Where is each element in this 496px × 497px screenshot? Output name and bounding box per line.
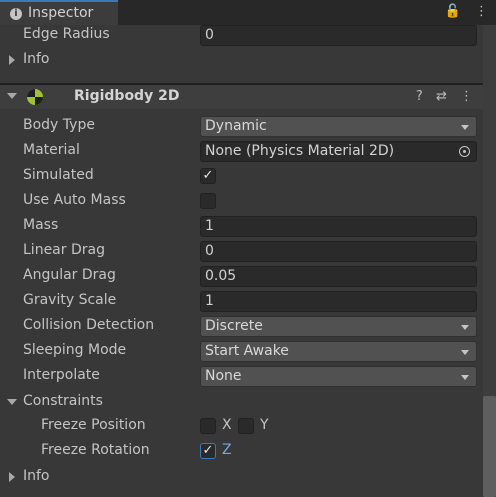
constraints-label: Constraints bbox=[23, 393, 103, 409]
foldout-open-icon[interactable] bbox=[7, 399, 17, 405]
collider-info-label: Info bbox=[23, 51, 50, 67]
dropdown-arrow-icon bbox=[461, 375, 469, 380]
foldout-arrow-icon[interactable] bbox=[9, 472, 15, 482]
interpolate-dropdown[interactable]: None bbox=[200, 366, 477, 387]
mass-row: Mass 1 bbox=[0, 214, 483, 239]
simulated-checkbox[interactable]: ✓ bbox=[200, 168, 216, 184]
freeze-position-label: Freeze Position bbox=[41, 417, 146, 433]
sleeping-mode-value: Start Awake bbox=[205, 343, 289, 359]
foldout-arrow-icon[interactable] bbox=[9, 55, 15, 65]
linear-drag-row: Linear Drag 0 bbox=[0, 239, 483, 264]
gravity-scale-row: Gravity Scale 1 bbox=[0, 289, 483, 314]
dropdown-arrow-icon bbox=[461, 325, 469, 330]
collision-detection-row: Collision Detection Discrete bbox=[0, 314, 483, 339]
presets-icon[interactable]: ⇄ bbox=[436, 89, 447, 104]
rigidbody-2d-header[interactable]: Rigidbody 2D ? ⇄ ⋮ bbox=[0, 84, 483, 109]
help-icon[interactable]: ? bbox=[416, 89, 423, 104]
freeze-position-row: Freeze Position X Y bbox=[0, 414, 483, 439]
mass-label: Mass bbox=[23, 217, 59, 233]
rigidbody-info-label: Info bbox=[23, 468, 50, 484]
tab-bar: i Inspector 🔓 ⋮ bbox=[0, 0, 496, 25]
dropdown-arrow-icon bbox=[461, 125, 469, 130]
interpolate-row: Interpolate None bbox=[0, 364, 483, 389]
freeze-rotation-label: Freeze Rotation bbox=[41, 442, 150, 458]
info-icon: i bbox=[10, 8, 22, 20]
edge-radius-label: Edge Radius bbox=[23, 26, 110, 42]
material-row: Material None (Physics Material 2D) bbox=[0, 139, 483, 164]
freeze-rotation-row: Freeze Rotation ✓ Z bbox=[0, 439, 483, 464]
linear-drag-field[interactable]: 0 bbox=[200, 241, 477, 262]
object-picker-icon[interactable] bbox=[459, 146, 470, 157]
body-type-value: Dynamic bbox=[205, 118, 267, 134]
linear-drag-label: Linear Drag bbox=[23, 242, 105, 258]
collision-detection-label: Collision Detection bbox=[23, 317, 155, 333]
material-label: Material bbox=[23, 142, 80, 158]
foldout-open-icon[interactable] bbox=[7, 93, 17, 99]
material-value: None (Physics Material 2D) bbox=[205, 143, 395, 159]
body-type-dropdown[interactable]: Dynamic bbox=[200, 116, 477, 137]
freeze-rotation-z-checkbox[interactable]: ✓ bbox=[200, 443, 216, 459]
lock-icon[interactable]: 🔓 bbox=[445, 4, 461, 19]
sleeping-mode-label: Sleeping Mode bbox=[23, 342, 127, 358]
use-auto-mass-row: Use Auto Mass bbox=[0, 189, 483, 214]
interpolate-label: Interpolate bbox=[23, 367, 100, 383]
tab-title: Inspector bbox=[28, 5, 94, 21]
gravity-scale-label: Gravity Scale bbox=[23, 292, 117, 308]
collision-detection-dropdown[interactable]: Discrete bbox=[200, 316, 477, 337]
sleeping-mode-row: Sleeping Mode Start Awake bbox=[0, 339, 483, 364]
angular-drag-label: Angular Drag bbox=[23, 267, 116, 283]
freeze-position-y-label: Y bbox=[260, 417, 269, 433]
freeze-position-x-checkbox[interactable] bbox=[200, 418, 216, 434]
component-title: Rigidbody 2D bbox=[74, 88, 180, 104]
angular-drag-row: Angular Drag 0.05 bbox=[0, 264, 483, 289]
freeze-rotation-z-label: Z bbox=[222, 442, 232, 458]
tab-icons: 🔓 ⋮ bbox=[435, 4, 488, 19]
menu-icon[interactable]: ⋮ bbox=[475, 4, 488, 19]
interpolate-value: None bbox=[205, 368, 242, 384]
angular-drag-field[interactable]: 0.05 bbox=[200, 266, 477, 287]
constraints-row[interactable]: Constraints bbox=[0, 390, 483, 415]
edge-radius-row: Edge Radius 0 bbox=[0, 23, 483, 48]
edge-radius-field[interactable]: 0 bbox=[200, 25, 477, 46]
use-auto-mass-checkbox[interactable] bbox=[200, 193, 216, 209]
freeze-position-y-checkbox[interactable] bbox=[238, 418, 254, 434]
freeze-position-x-label: X bbox=[222, 417, 232, 433]
gravity-scale-field[interactable]: 1 bbox=[200, 291, 477, 312]
dropdown-arrow-icon bbox=[461, 350, 469, 355]
component-header-icons: ? ⇄ ⋮ bbox=[407, 89, 473, 104]
mass-field[interactable]: 1 bbox=[200, 216, 477, 237]
tab-inspector[interactable]: i Inspector bbox=[0, 0, 118, 25]
collision-detection-value: Discrete bbox=[205, 318, 263, 334]
sleeping-mode-dropdown[interactable]: Start Awake bbox=[200, 341, 477, 362]
use-auto-mass-label: Use Auto Mass bbox=[23, 192, 126, 208]
component-menu-icon[interactable]: ⋮ bbox=[460, 89, 473, 104]
simulated-label: Simulated bbox=[23, 167, 94, 183]
body-type-row: Body Type Dynamic bbox=[0, 114, 483, 139]
simulated-row: Simulated ✓ bbox=[0, 164, 483, 189]
body-type-label: Body Type bbox=[23, 117, 95, 133]
scrollbar-thumb[interactable] bbox=[483, 396, 496, 497]
collider-info-row[interactable]: Info bbox=[0, 48, 483, 73]
material-object-field[interactable]: None (Physics Material 2D) bbox=[200, 141, 477, 162]
rigidbody-2d-icon bbox=[27, 89, 43, 105]
rigidbody-info-row[interactable]: Info bbox=[0, 465, 483, 490]
